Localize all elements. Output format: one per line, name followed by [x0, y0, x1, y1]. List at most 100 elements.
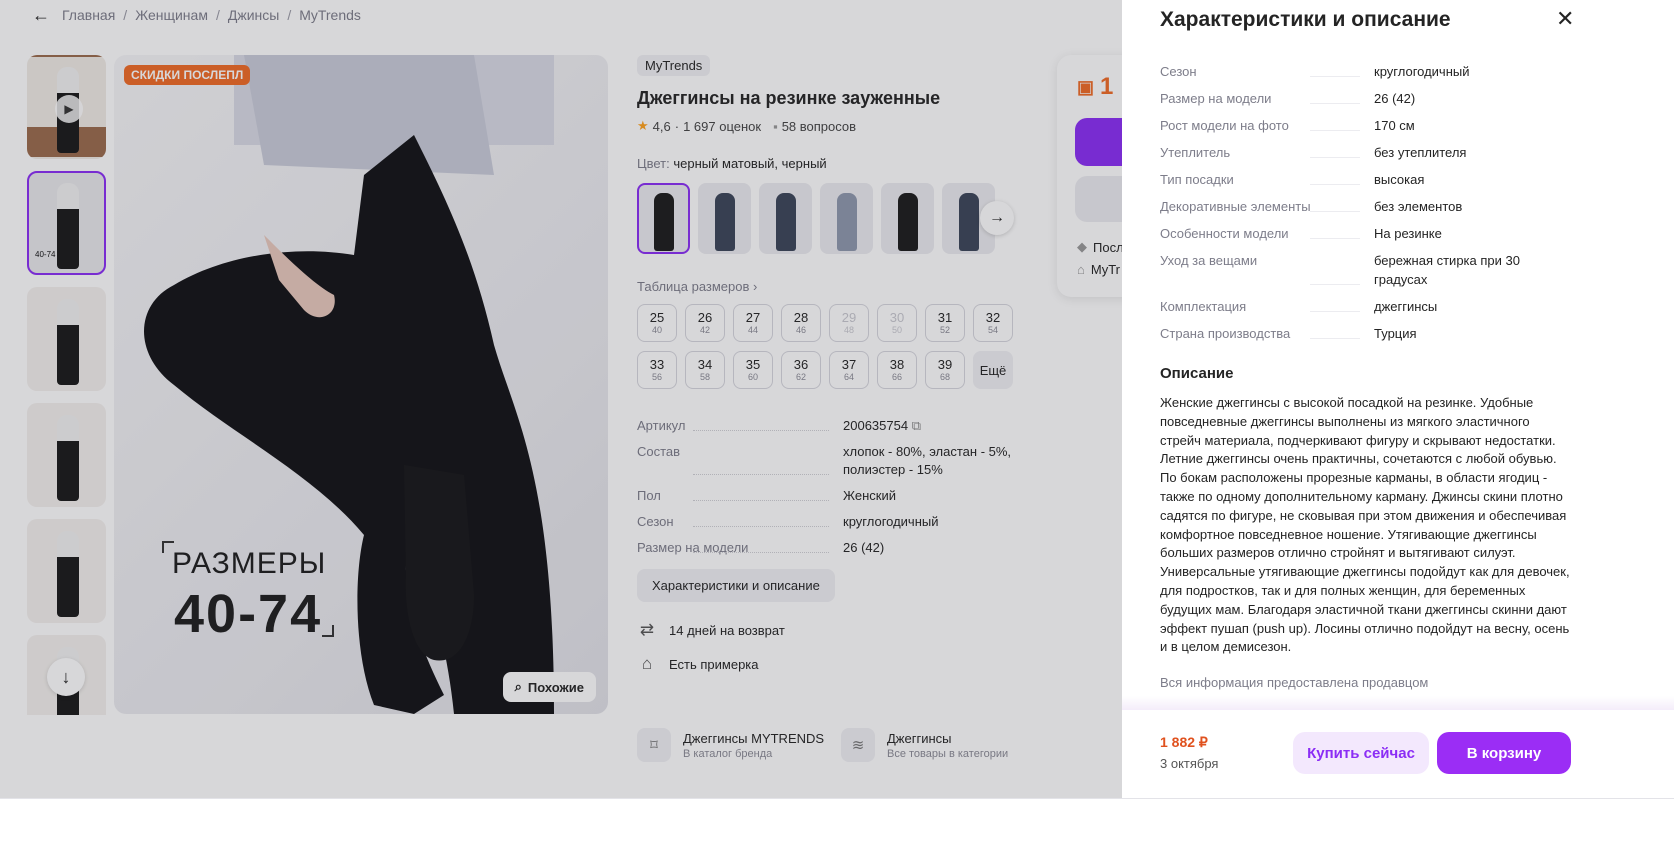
article-number[interactable]: 200635754	[843, 418, 908, 433]
color-swatch[interactable]	[820, 183, 873, 254]
size-eu: 48	[843, 324, 854, 335]
attr-key: Состав	[637, 443, 843, 479]
color-swatch[interactable]	[637, 183, 690, 254]
play-icon[interactable]: ▶	[55, 95, 83, 123]
thumbnail-image[interactable]	[27, 287, 106, 391]
brand-catalog-title: Джеггинсы MYTRENDS	[683, 730, 825, 746]
breadcrumb-item[interactable]: Женщинам	[135, 7, 208, 23]
spec-key: Рост модели на фото	[1160, 116, 1374, 135]
attributes-list: Артикул 200635754 ⧉ Состав хлопок - 80%,…	[637, 417, 1037, 557]
brand-chip[interactable]: MyTrends	[637, 55, 711, 76]
panel-content[interactable]: Сезон круглогодичный Размер на модели 26 (4…	[1160, 44, 1572, 706]
thumbnail-video[interactable]: ▶	[27, 55, 106, 159]
description-title: Описание	[1160, 365, 1234, 382]
size-ru: 35	[745, 356, 761, 372]
size-option[interactable]: 36 62	[781, 351, 821, 389]
size-eu: 58	[699, 371, 710, 382]
spec-row: Утеплитель без утеплителя	[1160, 143, 1572, 162]
similar-button[interactable]: ⌕ Похожие	[502, 672, 596, 702]
spec-row: Сезон круглогодичный	[1160, 62, 1572, 81]
caption-corner	[322, 625, 334, 637]
size-option[interactable]: 39 68	[925, 351, 965, 389]
reviews-count[interactable]: 1 697 оценок	[683, 119, 761, 134]
return-policy-label[interactable]: 14 дней на возврат	[669, 623, 785, 638]
color-swatch[interactable]	[698, 183, 751, 254]
fitting-info: ⌂ Есть примерка	[637, 654, 1037, 674]
close-icon[interactable]: ✕	[1556, 6, 1574, 32]
brand-catalog-sub: В каталог бренда	[683, 747, 773, 760]
size-table-label: Таблица размеров	[637, 279, 750, 294]
breadcrumb-item[interactable]: MyTrends	[299, 7, 361, 23]
size-option[interactable]: 38 66	[877, 351, 917, 389]
scroll-down-icon[interactable]: ↓	[47, 658, 85, 696]
color-swatch[interactable]	[759, 183, 812, 254]
fitting-label[interactable]: Есть примерка	[669, 657, 759, 672]
breadcrumb-item[interactable]: Джинсы	[228, 7, 279, 23]
rating-row: ★ 4,6 · 1 697 оценок ▪ 58 вопросов	[637, 118, 1037, 134]
spec-key: Декоративные элементы	[1160, 197, 1374, 216]
characteristics-button[interactable]: Характеристики и описание	[637, 569, 835, 602]
layers-icon: ≋	[841, 728, 875, 762]
size-table-link[interactable]: Таблица размеров ›	[637, 279, 1037, 294]
main-product-photo[interactable]: СКИДКИ ПОСЛЕПЛ РАЗМЕРЫ 40-74 ⌕ Похожие	[114, 55, 608, 714]
more-sizes-button[interactable]: Ещё	[973, 351, 1013, 389]
arrow-right-icon[interactable]: →	[980, 201, 1014, 235]
brand-catalog-link[interactable]: ⌑ Джеггинсы MYTRENDS В каталог бренда	[637, 728, 827, 762]
thumbnail-figure	[57, 531, 79, 617]
size-option[interactable]: 31 52	[925, 304, 965, 342]
thumbnail-image[interactable]	[27, 519, 106, 623]
delivery-text: Посл	[1093, 239, 1124, 255]
color-swatch[interactable]	[881, 183, 934, 254]
back-arrow-icon[interactable]: ←	[32, 5, 50, 26]
category-title: Джеггинсы	[887, 730, 952, 746]
spec-row: Размер на модели 26 (42)	[1160, 89, 1572, 108]
size-option[interactable]: 33 56	[637, 351, 677, 389]
spec-key: Размер на модели	[1160, 89, 1374, 108]
spec-row: Тип посадки высокая	[1160, 170, 1572, 189]
size-eu: 52	[939, 324, 950, 335]
size-eu: 66	[891, 371, 902, 382]
seller-text[interactable]: MyTr	[1091, 262, 1120, 277]
size-option[interactable]: 34 58	[685, 351, 725, 389]
spec-value: джеггинсы	[1374, 299, 1438, 314]
size-eu: 64	[843, 371, 854, 382]
attr-key: Артикул	[637, 417, 843, 435]
size-option[interactable]: 27 44	[733, 304, 773, 342]
spec-value: 26 (42)	[1374, 91, 1416, 106]
size-option[interactable]: 32 54	[973, 304, 1013, 342]
size-option[interactable]: 26 42	[685, 304, 725, 342]
breadcrumb-separator: /	[123, 7, 128, 23]
size-eu: 40	[651, 324, 662, 335]
photo-caption-range: 40-74	[174, 584, 323, 644]
buy-now-button[interactable]: Купить сейчас	[1293, 732, 1429, 774]
size-eu: 68	[939, 371, 950, 382]
spec-row: Комплектация джеггинсы	[1160, 297, 1572, 316]
size-option[interactable]: 37 64	[829, 351, 869, 389]
size-eu: 44	[747, 324, 758, 335]
specs-list: Сезон круглогодичный Размер на модели 26 (4…	[1160, 62, 1572, 343]
product-title: Джеггинсы на резинке зауженные	[637, 88, 941, 108]
thumbnail-image[interactable]: 40-74	[27, 171, 106, 275]
copy-icon[interactable]: ⧉	[912, 418, 921, 433]
box-icon: ◆	[1077, 239, 1087, 254]
size-option[interactable]: 35 60	[733, 351, 773, 389]
add-to-cart-button[interactable]: В корзину	[1437, 732, 1571, 774]
rating-value[interactable]: 4,6	[653, 119, 671, 134]
thumbnail-image[interactable]	[27, 403, 106, 507]
seller-line: ⌂ MyTr	[1077, 262, 1120, 277]
category-sub: Все товары в категории	[887, 747, 1009, 760]
thumbnail-list: ▶ 40-74	[27, 55, 106, 715]
spec-row: Уход за вещами бережная стирка при 30 гра…	[1160, 251, 1572, 289]
size-option[interactable]: 28 46	[781, 304, 821, 342]
spec-value: бережная стирка при 30 градусах	[1374, 253, 1520, 287]
category-link[interactable]: ≋ Джеггинсы Все товары в категории	[841, 728, 1031, 762]
rating-dot: ·	[674, 118, 680, 134]
size-option[interactable]: 25 40	[637, 304, 677, 342]
size-eu: 50	[891, 324, 902, 335]
panel-footer: 1 882 ₽ 3 октября Купить сейчас В корзин…	[1122, 710, 1674, 798]
questions-count[interactable]: 58 вопросов	[782, 119, 856, 134]
return-arrows-icon: ⇄	[639, 620, 655, 639]
spec-row: Страна производства Турция	[1160, 324, 1572, 343]
breadcrumb-item[interactable]: Главная	[62, 7, 115, 23]
spec-value: без элементов	[1374, 199, 1463, 214]
